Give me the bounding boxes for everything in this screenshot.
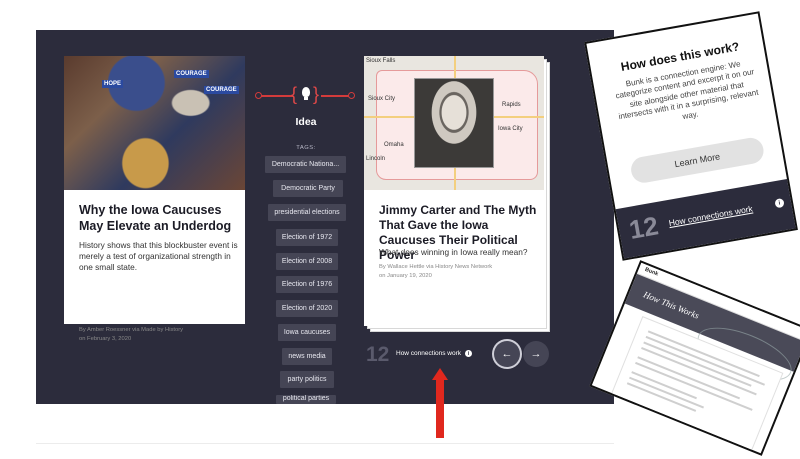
article-byline: By Wallace Hettle via History News Netwo… [379, 263, 534, 280]
carter-portrait [414, 78, 494, 168]
article-description: History shows that this blockbuster even… [79, 240, 238, 273]
tag-chip[interactable]: Democratic Nationa... [265, 156, 346, 173]
prev-button[interactable]: ← [494, 341, 520, 367]
article-title[interactable]: Why the Iowa Caucuses May Elevate an Und… [79, 203, 239, 234]
brace-right-icon: } [313, 84, 320, 104]
tags-label: TAGS: [296, 145, 316, 151]
article-byline: By Amber Roessner via Made by History on… [79, 326, 229, 343]
text-line [629, 376, 704, 409]
popup-footer: 12 How connections work i [615, 178, 796, 259]
caucus-photo: HOPE COURAGE COURAGE [64, 56, 245, 190]
info-icon[interactable]: i [774, 197, 785, 209]
brand-logo[interactable]: Bunk [644, 267, 659, 278]
iowa-map: Sioux Falls Sioux City Omaha Lincoln Rap… [364, 56, 544, 190]
article-card-left[interactable]: HOPE COURAGE COURAGE Why the Iowa Caucus… [64, 56, 245, 342]
photo-sign: COURAGE [174, 70, 209, 78]
tag-chip[interactable]: Democratic Party [273, 180, 343, 197]
map-label: Rapids [502, 102, 521, 108]
tag-chip[interactable]: political parties [276, 395, 336, 404]
info-icon[interactable]: i [465, 350, 472, 357]
map-label: Iowa City [498, 126, 523, 132]
connector-line [321, 95, 351, 97]
map-label: Omaha [384, 142, 404, 148]
tag-chip[interactable]: party politics [280, 371, 334, 388]
learn-more-button[interactable]: Learn More [629, 135, 766, 185]
connector-dot [348, 92, 355, 99]
byline-date: on February 3, 2020 [79, 335, 132, 342]
connection-count: 12 [366, 343, 390, 366]
tag-chip[interactable]: Election of 1972 [276, 229, 338, 246]
byline-author: By Wallace Hettle via History News Netwo… [379, 264, 493, 270]
how-connections-work-link[interactable]: How connections work [396, 350, 461, 357]
byline-author: By Amber Roessner via Made by History [79, 327, 184, 333]
connector-line [259, 95, 293, 97]
brace-left-icon: { [291, 84, 298, 104]
next-button[interactable]: → [523, 341, 549, 367]
tag-chip[interactable]: Iowa caucuses [278, 324, 336, 341]
article-card-right[interactable]: Sioux Falls Sioux City Omaha Lincoln Rap… [364, 56, 544, 326]
map-label: Lincoln [366, 156, 386, 162]
article-description: What does winning in Iowa really mean? [379, 247, 528, 257]
idea-connector: { } [255, 82, 355, 112]
divider [36, 443, 614, 444]
tag-chip[interactable]: news media [282, 348, 332, 365]
photo-sign: HOPE [102, 80, 124, 88]
connector-dot [255, 92, 262, 99]
idea-label: Idea [295, 116, 317, 128]
byline-date: on January 19, 2020 [379, 272, 432, 279]
lightbulb-icon [302, 87, 310, 100]
how-connections-work-link[interactable]: How connections work [668, 203, 753, 228]
tag-chip[interactable]: Election of 2020 [276, 300, 338, 317]
text-line [626, 382, 697, 412]
connection-count: 12 [626, 210, 661, 245]
how-this-works-page: Bunk How This Works [589, 260, 800, 456]
annotation-arrow-shaft [436, 378, 444, 438]
map-label: Sioux Falls [366, 58, 396, 64]
how-it-works-popup: How does this work? Bunk is a connection… [584, 11, 798, 261]
tag-chip[interactable]: Election of 1976 [276, 276, 338, 293]
photo-sign: COURAGE [204, 86, 239, 94]
tag-chip[interactable]: presidential elections [268, 204, 346, 221]
map-label: Sioux City [368, 96, 396, 102]
tag-chip[interactable]: Election of 2008 [276, 253, 338, 270]
